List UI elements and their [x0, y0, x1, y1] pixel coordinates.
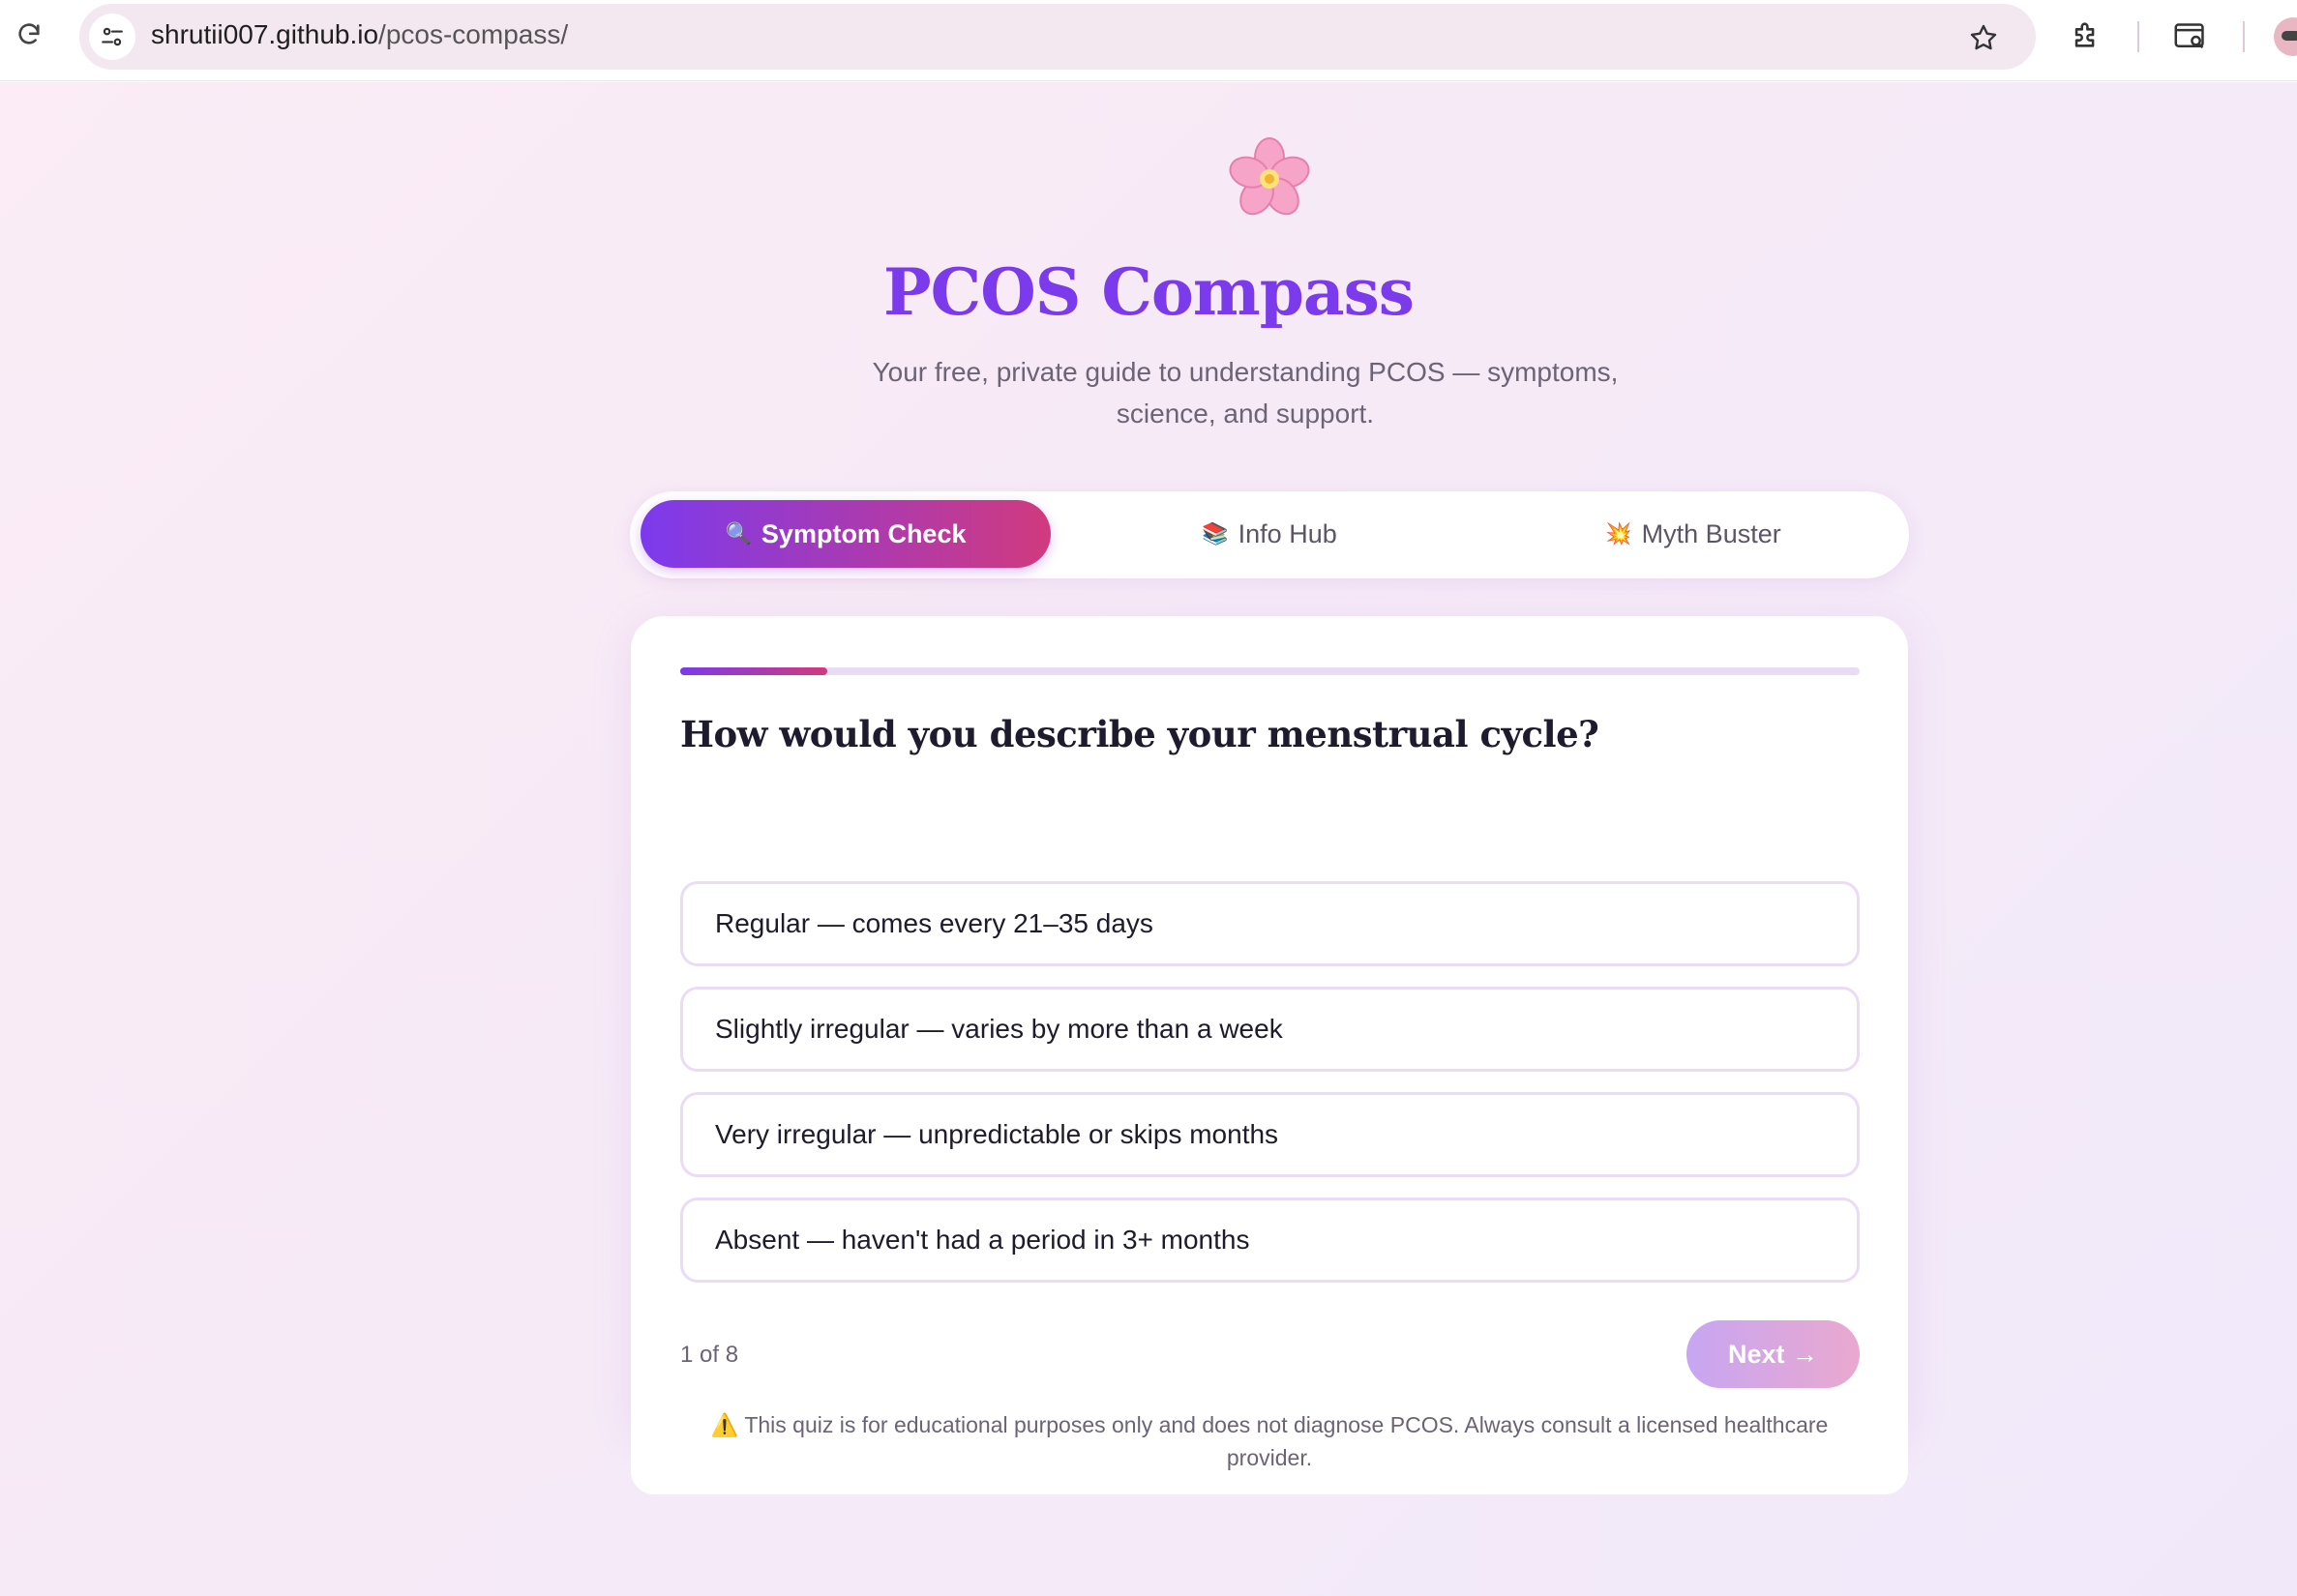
- tab-symptom-check[interactable]: 🔍 Symptom Check: [641, 500, 1051, 568]
- address-bar[interactable]: shrutii007.github.io/pcos-compass/: [79, 4, 2036, 70]
- question-text: How would you describe your menstrual cy…: [680, 713, 1599, 755]
- question-counter: 1 of 8: [680, 1342, 739, 1368]
- page-background: PCOS Compass Your free, private guide to…: [0, 82, 2297, 1596]
- profile-avatar[interactable]: [2274, 17, 2297, 56]
- magnifier-icon: 🔍: [725, 521, 752, 546]
- reload-icon[interactable]: [14, 19, 45, 50]
- disclaimer-box: ⚠️ This quiz is for educational purposes …: [631, 1388, 1908, 1494]
- collision-icon: 💥: [1605, 521, 1632, 546]
- disclaimer-text: This quiz is for educational purposes on…: [744, 1412, 1829, 1470]
- tab-myth-buster[interactable]: 💥 Myth Buster: [1488, 500, 1898, 568]
- url-path: /pcos-compass/: [378, 19, 569, 49]
- toolbar-divider: [2137, 21, 2139, 52]
- books-icon: 📚: [1202, 521, 1229, 546]
- tab-bar: 🔍 Symptom Check 📚 Info Hub 💥 Myth Buster: [630, 491, 1909, 578]
- warning-icon: ⚠️: [710, 1412, 739, 1437]
- tab-label: Myth Buster: [1641, 518, 1781, 548]
- quiz-card: How would you describe your menstrual cy…: [631, 616, 1908, 1438]
- url-host: shrutii007.github.io: [151, 19, 379, 49]
- answer-option[interactable]: Very irregular — unpredictable or skips …: [680, 1092, 1860, 1177]
- page-title: PCOS Compass: [883, 254, 1415, 330]
- tab-label: Info Hub: [1238, 518, 1337, 548]
- site-settings-icon[interactable]: [89, 14, 135, 60]
- answer-option[interactable]: Slightly irregular — varies by more than…: [680, 987, 1860, 1072]
- progress-bar: [680, 667, 1860, 675]
- extensions-icon[interactable]: [2067, 15, 2105, 54]
- bookmark-star-icon[interactable]: [1966, 20, 2001, 55]
- toolbar-divider: [2243, 21, 2245, 52]
- tab-label: Symptom Check: [761, 518, 967, 548]
- progress-fill: [680, 667, 828, 675]
- answer-option[interactable]: Absent — haven't had a period in 3+ mont…: [680, 1197, 1860, 1283]
- url-text[interactable]: shrutii007.github.io/pcos-compass/: [151, 19, 568, 50]
- tab-info-hub[interactable]: 📚 Info Hub: [1064, 500, 1475, 568]
- answer-option[interactable]: Regular — comes every 21–35 days: [680, 881, 1860, 966]
- search-page-icon[interactable]: [2169, 17, 2212, 56]
- page-subtitle: Your free, private guide to understandin…: [872, 357, 1619, 429]
- next-button[interactable]: Next →: [1686, 1320, 1860, 1388]
- browser-toolbar: shrutii007.github.io/pcos-compass/: [0, 0, 2297, 81]
- cherry-blossom-logo-icon: [1226, 135, 1313, 222]
